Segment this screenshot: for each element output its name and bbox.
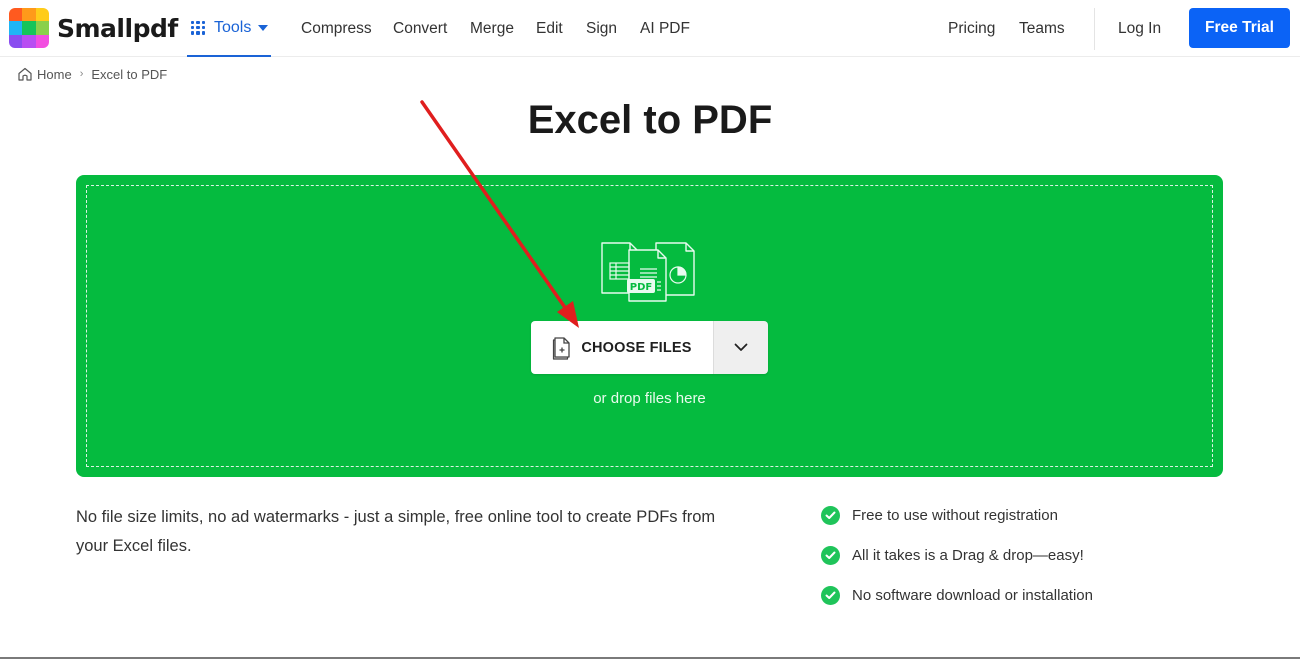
feature-text: No software download or installation [852, 586, 1093, 604]
feature-list: Free to use without registration All it … [821, 503, 1093, 623]
drop-files-hint: or drop files here [593, 390, 706, 407]
login-link[interactable]: Log In [1118, 0, 1161, 57]
add-file-icon [553, 336, 570, 360]
page-title: Excel to PDF [527, 98, 773, 142]
free-trial-button[interactable]: Free Trial [1189, 8, 1290, 48]
breadcrumb-current: Excel to PDF [91, 66, 168, 82]
file-dropzone[interactable]: PDF CHOOSE FILES or drop files here [76, 175, 1223, 477]
nav-ai-pdf[interactable]: AI PDF [640, 0, 690, 57]
tools-menu-button[interactable]: Tools [187, 0, 271, 57]
feature-item: No software download or installation [821, 583, 1093, 607]
smallpdf-logo-icon [9, 8, 49, 48]
check-circle-icon [821, 585, 840, 605]
svg-text:PDF: PDF [630, 282, 652, 293]
logo-cell [22, 34, 36, 48]
caret-down-icon [258, 24, 269, 31]
breadcrumb: Home › Excel to PDF [17, 66, 167, 82]
nav-sign[interactable]: Sign [586, 0, 617, 57]
feature-item: All it takes is a Drag & drop—easy! [821, 543, 1093, 567]
breadcrumb-home[interactable]: Home [37, 67, 72, 82]
nav-compress[interactable]: Compress [301, 0, 372, 57]
top-navigation: Smallpdf Tools Compress Convert Merge Ed… [0, 0, 1300, 57]
nav-convert[interactable]: Convert [393, 0, 447, 57]
nav-teams[interactable]: Teams [1019, 0, 1065, 57]
logo-cell [35, 8, 49, 22]
choose-files-dropdown-button[interactable] [713, 321, 768, 374]
check-circle-icon [821, 545, 840, 565]
brand-name: Smallpdf [57, 13, 178, 43]
logo-cell [22, 8, 36, 22]
nav-pricing[interactable]: Pricing [948, 0, 995, 57]
smallpdf-logo-link[interactable]: Smallpdf [9, 8, 178, 48]
logo-cell [9, 21, 23, 35]
logo-cell [35, 21, 49, 35]
breadcrumb-separator: › [79, 68, 84, 80]
nav-merge[interactable]: Merge [470, 0, 514, 57]
check-circle-icon [821, 505, 840, 525]
home-icon [18, 67, 32, 81]
nav-edit[interactable]: Edit [536, 0, 563, 57]
tool-description: No file size limits, no ad watermarks - … [76, 508, 716, 555]
feature-text: Free to use without registration [852, 506, 1058, 524]
choose-files-button[interactable]: CHOOSE FILES [531, 321, 713, 374]
logo-cell [22, 21, 36, 35]
logo-cell [35, 34, 49, 48]
logo-cell [9, 34, 23, 48]
chevron-down-icon [734, 343, 748, 351]
grid-icon [191, 20, 206, 35]
logo-cell [9, 8, 23, 22]
excel-pdf-files-illustration-icon: PDF [601, 242, 695, 302]
choose-files-label: CHOOSE FILES [581, 339, 692, 356]
choose-files-button-group: CHOOSE FILES [531, 321, 768, 374]
header-divider [1094, 8, 1095, 50]
feature-item: Free to use without registration [821, 503, 1093, 527]
feature-text: All it takes is a Drag & drop—easy! [852, 546, 1084, 564]
tools-label: Tools [214, 18, 252, 36]
